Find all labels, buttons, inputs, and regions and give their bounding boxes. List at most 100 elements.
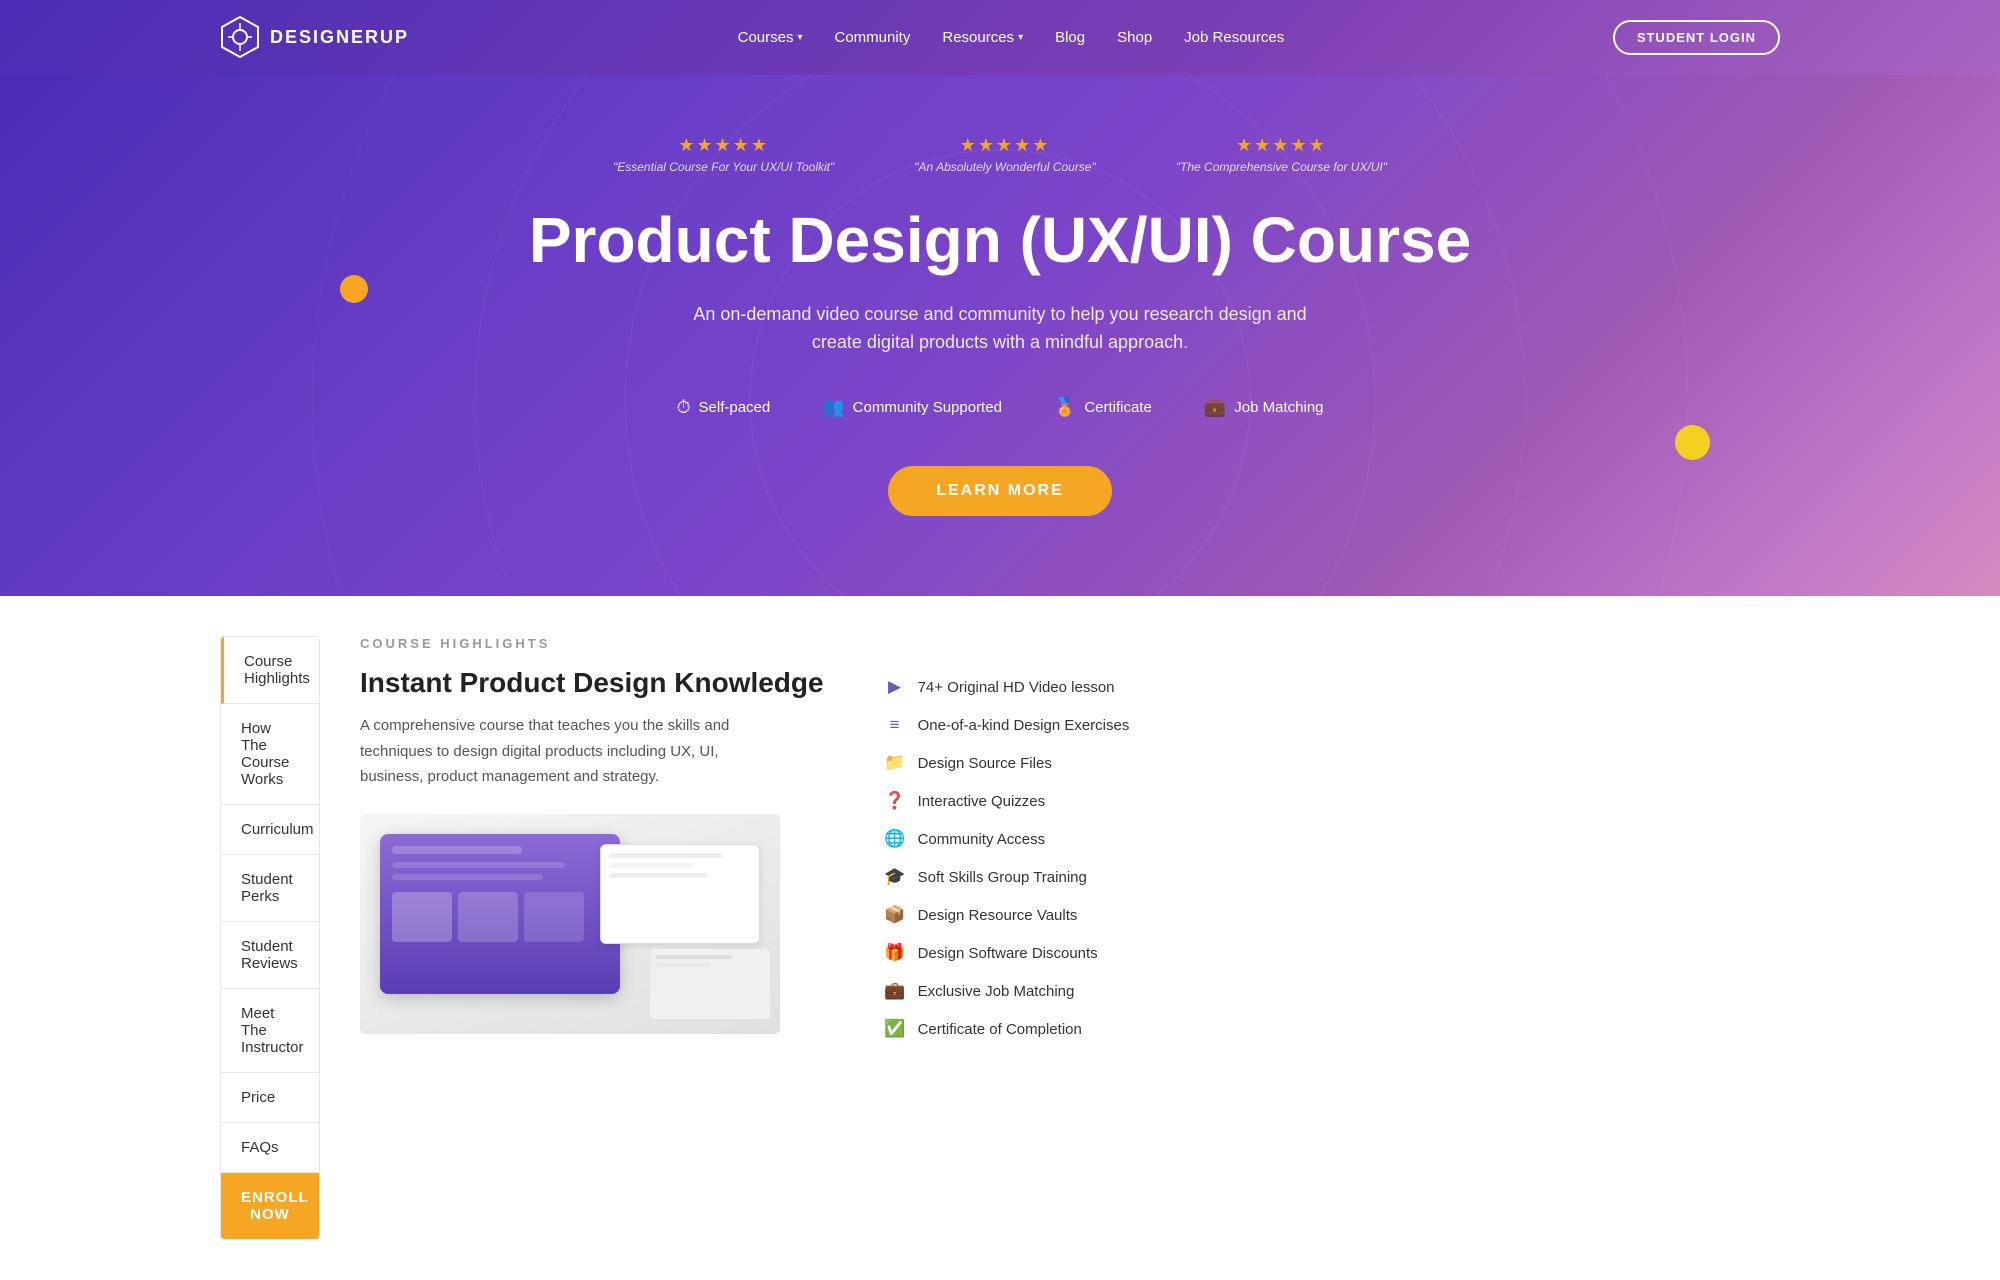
star-group-2: ★★★★★ "An Absolutely Wonderful Course"	[914, 135, 1096, 174]
stars-3: ★★★★★	[1236, 135, 1327, 156]
course-content-area: COURSE HIGHLIGHTS Instant Product Design…	[320, 596, 2000, 1280]
page-wrapper: DESIGNERUP Courses ▾ Community Resources…	[0, 0, 2000, 1280]
star-group-1: ★★★★★ "Essential Course For Your UX/UI T…	[613, 135, 834, 174]
sidebar-item-curriculum[interactable]: Curriculum	[221, 805, 319, 855]
sidebar-item-meet-instructor[interactable]: Meet The Instructor	[221, 989, 319, 1073]
community-icon: 👥	[822, 397, 844, 418]
feature-source-files-label: Design Source Files	[918, 755, 1052, 772]
nav-shop[interactable]: Shop	[1117, 29, 1152, 46]
preview-mock	[360, 814, 780, 1034]
logo-icon	[220, 15, 260, 60]
nav-resources[interactable]: Resources ▾	[942, 29, 1023, 46]
sidebar-item-price[interactable]: Price	[221, 1073, 319, 1123]
job-matching-list-icon: 💼	[884, 981, 906, 1001]
hero-cta-button[interactable]: LEARN MORE	[888, 466, 1112, 516]
sidebar-menu: Course Highlights How The Course Works C…	[220, 636, 320, 1240]
stars-1: ★★★★★	[678, 135, 769, 156]
job-matching-icon: 💼	[1204, 397, 1226, 418]
hero: ★★★★★ "Essential Course For Your UX/UI T…	[0, 75, 2000, 596]
feature-soft-skills-label: Soft Skills Group Training	[918, 869, 1087, 886]
hero-section: ★★★★★ "Essential Course For Your UX/UI T…	[0, 75, 2000, 596]
sidebar-item-student-reviews[interactable]: Student Reviews	[221, 922, 319, 989]
highlights-left-col: Instant Product Design Knowledge A compr…	[360, 667, 824, 1057]
sidebar-enroll-button[interactable]: ENROLL NOW	[221, 1173, 319, 1239]
feature-design-exercises: ≡ One-of-a-kind Design Exercises	[884, 715, 1144, 735]
feature-community-label: Community Supported	[853, 399, 1002, 416]
sidebar: Course Highlights How The Course Works C…	[0, 596, 320, 1280]
feature-soft-skills: 🎓 Soft Skills Group Training	[884, 867, 1144, 887]
logo-text: DESIGNERUP	[270, 27, 409, 48]
certificate-completion-icon: ✅	[884, 1019, 906, 1039]
certificate-icon: 🏅	[1054, 397, 1076, 418]
feature-hd-video: ▶ 74+ Original HD Video lesson	[884, 677, 1144, 697]
feature-job-matching: 💼 Job Matching	[1204, 397, 1324, 418]
feature-quizzes-label: Interactive Quizzes	[918, 793, 1046, 810]
highlights-description: A comprehensive course that teaches you …	[360, 713, 780, 790]
section-label: COURSE HIGHLIGHTS	[360, 636, 1940, 651]
quizzes-icon: ❓	[884, 791, 906, 811]
nav-job-resources[interactable]: Job Resources	[1184, 29, 1284, 46]
resources-chevron-icon: ▾	[1018, 32, 1023, 43]
white-section: Course Highlights How The Course Works C…	[0, 596, 2000, 1280]
course-highlights-row: Instant Product Design Knowledge A compr…	[360, 667, 1940, 1057]
feature-self-paced: ⏱ Self-paced	[676, 397, 770, 418]
preview-screen-1	[380, 834, 620, 994]
highlights-features-list: ▶ 74+ Original HD Video lesson ≡ One-of-…	[864, 667, 1144, 1057]
sidebar-item-student-perks[interactable]: Student Perks	[221, 855, 319, 922]
feature-resource-vaults-label: Design Resource Vaults	[918, 907, 1078, 924]
feature-self-paced-label: Self-paced	[699, 399, 771, 416]
quote-3: "The Comprehensive Course for UX/UI"	[1176, 160, 1387, 174]
nav-links: Courses ▾ Community Resources ▾ Blog Sho…	[738, 29, 1285, 46]
student-login-button[interactable]: STUDENT LOGIN	[1613, 20, 1780, 55]
sidebar-item-faqs[interactable]: FAQs	[221, 1123, 319, 1173]
preview-screen-3	[650, 949, 770, 1019]
feature-software-discounts: 🎁 Design Software Discounts	[884, 943, 1144, 963]
soft-skills-icon: 🎓	[884, 867, 906, 887]
quote-1: "Essential Course For Your UX/UI Toolkit…	[613, 160, 834, 174]
decorative-circle-right	[1675, 425, 1710, 460]
nav-blog[interactable]: Blog	[1055, 29, 1085, 46]
feature-job-matching: 💼 Exclusive Job Matching	[884, 981, 1144, 1001]
hero-subtitle: An on-demand video course and community …	[0, 300, 2000, 358]
software-discounts-icon: 🎁	[884, 943, 906, 963]
feature-job-matching-label: Job Matching	[1234, 399, 1323, 416]
feature-job-matching-label: Exclusive Job Matching	[918, 983, 1075, 1000]
feature-hd-video-label: 74+ Original HD Video lesson	[918, 679, 1115, 696]
feature-certificate-label: Certificate	[1084, 399, 1152, 416]
feature-source-files: 📁 Design Source Files	[884, 753, 1144, 773]
nav-logo[interactable]: DESIGNERUP	[220, 15, 409, 60]
preview-screen-2	[600, 844, 760, 944]
hd-video-icon: ▶	[884, 677, 906, 697]
feature-certificate-completion: ✅ Certificate of Completion	[884, 1019, 1144, 1039]
sidebar-item-course-highlights[interactable]: Course Highlights	[221, 637, 319, 704]
highlights-title: Instant Product Design Knowledge	[360, 667, 824, 699]
feature-certificate: 🏅 Certificate	[1054, 397, 1152, 418]
feature-community-access: 🌐 Community Access	[884, 829, 1144, 849]
main-content: Course Highlights How The Course Works C…	[0, 596, 2000, 1280]
stars-2: ★★★★★	[960, 135, 1051, 156]
courses-chevron-icon: ▾	[797, 32, 802, 43]
source-files-icon: 📁	[884, 753, 906, 773]
sidebar-item-how-course-works[interactable]: How The Course Works	[221, 704, 319, 805]
resource-vaults-icon: 📦	[884, 905, 906, 925]
star-group-3: ★★★★★ "The Comprehensive Course for UX/U…	[1176, 135, 1387, 174]
self-paced-icon: ⏱	[676, 397, 690, 418]
nav-courses[interactable]: Courses ▾	[738, 29, 803, 46]
feature-software-discounts-label: Design Software Discounts	[918, 945, 1098, 962]
feature-community-access-label: Community Access	[918, 831, 1046, 848]
hero-stars-row: ★★★★★ "Essential Course For Your UX/UI T…	[0, 135, 2000, 174]
feature-quizzes: ❓ Interactive Quizzes	[884, 791, 1144, 811]
feature-design-exercises-label: One-of-a-kind Design Exercises	[918, 717, 1130, 734]
feature-community: 👥 Community Supported	[822, 397, 1002, 418]
feature-certificate-completion-label: Certificate of Completion	[918, 1021, 1082, 1038]
decorative-circle-left	[340, 275, 368, 303]
design-exercises-icon: ≡	[884, 715, 906, 735]
hero-features: ⏱ Self-paced 👥 Community Supported 🏅 Cer…	[0, 397, 2000, 418]
hero-title: Product Design (UX/UI) Course	[0, 204, 2000, 278]
course-preview-image	[360, 814, 780, 1034]
community-access-icon: 🌐	[884, 829, 906, 849]
navbar: DESIGNERUP Courses ▾ Community Resources…	[0, 0, 2000, 75]
nav-community[interactable]: Community	[835, 29, 911, 46]
feature-resource-vaults: 📦 Design Resource Vaults	[884, 905, 1144, 925]
quote-2: "An Absolutely Wonderful Course"	[914, 160, 1096, 174]
